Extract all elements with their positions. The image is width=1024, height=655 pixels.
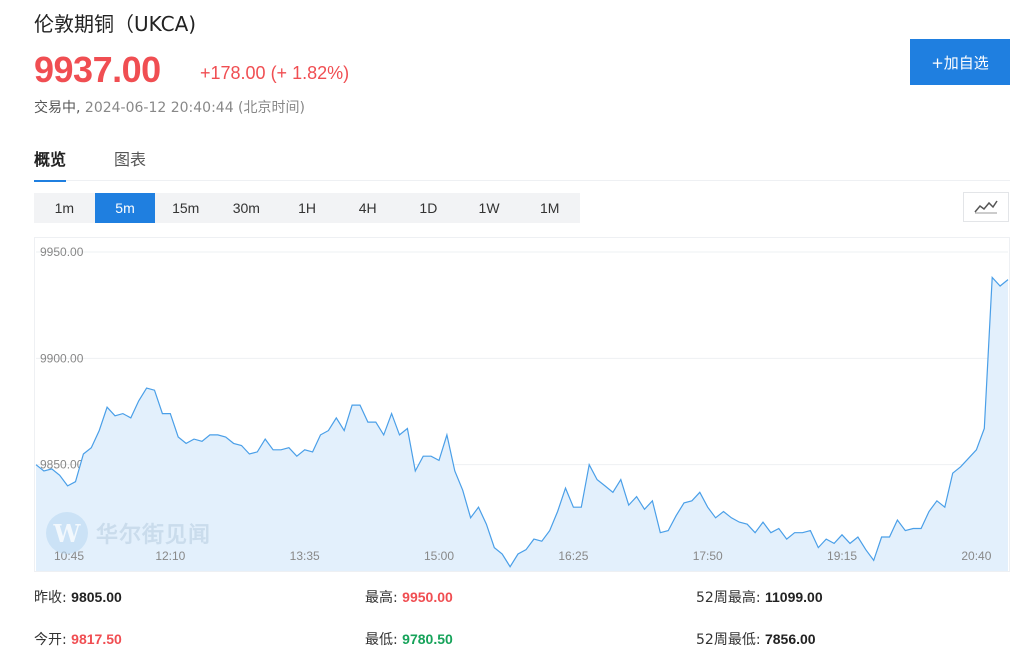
watermark-logo: W — [46, 512, 88, 554]
line-chart-icon — [974, 200, 998, 214]
period-15m[interactable]: 15m — [155, 193, 216, 223]
tab-chart[interactable]: 图表 — [114, 146, 146, 180]
chart-type-toggle[interactable] — [963, 192, 1009, 222]
period-1h[interactable]: 1H — [277, 193, 338, 223]
add-watchlist-button[interactable]: +加自选 — [910, 39, 1010, 85]
watermark: W 华尔街见闻 — [46, 512, 211, 554]
stat-open: 今开: 9817.50 — [34, 631, 122, 648]
period-1month[interactable]: 1M — [519, 193, 580, 223]
status-label: 交易中, — [34, 100, 81, 116]
tab-bar: 概览 图表 — [34, 140, 1010, 182]
period-30m[interactable]: 30m — [216, 193, 277, 223]
stat-low: 最低: 9780.50 — [365, 631, 453, 648]
period-selector: 1m 5m 15m 30m 1H 4H 1D 1W 1M — [34, 193, 580, 223]
period-1w[interactable]: 1W — [459, 193, 520, 223]
trade-status: 交易中, 2024-06-12 20:40:44 (北京时间) — [34, 97, 305, 117]
period-4h[interactable]: 4H — [337, 193, 398, 223]
page-title: 伦敦期铜（UKCA) — [34, 12, 197, 36]
period-5m[interactable]: 5m — [94, 193, 156, 223]
timestamp: 2024-06-12 20:40:44 (北京时间) — [84, 100, 305, 116]
stat-prev-close: 昨收: 9805.00 — [34, 589, 122, 606]
period-1m[interactable]: 1m — [34, 193, 95, 223]
price-change: +178.00 (+ 1.82%) — [200, 63, 350, 83]
last-price: 9937.00 — [34, 49, 161, 90]
stat-high: 最高: 9950.00 — [365, 589, 453, 606]
stat-52w-low: 52周最低: 7856.00 — [696, 631, 816, 648]
tab-overview[interactable]: 概览 — [34, 146, 67, 182]
stat-52w-high: 52周最高: 11099.00 — [696, 589, 823, 606]
period-1d[interactable]: 1D — [398, 193, 459, 223]
watermark-text: 华尔街见闻 — [96, 522, 212, 548]
